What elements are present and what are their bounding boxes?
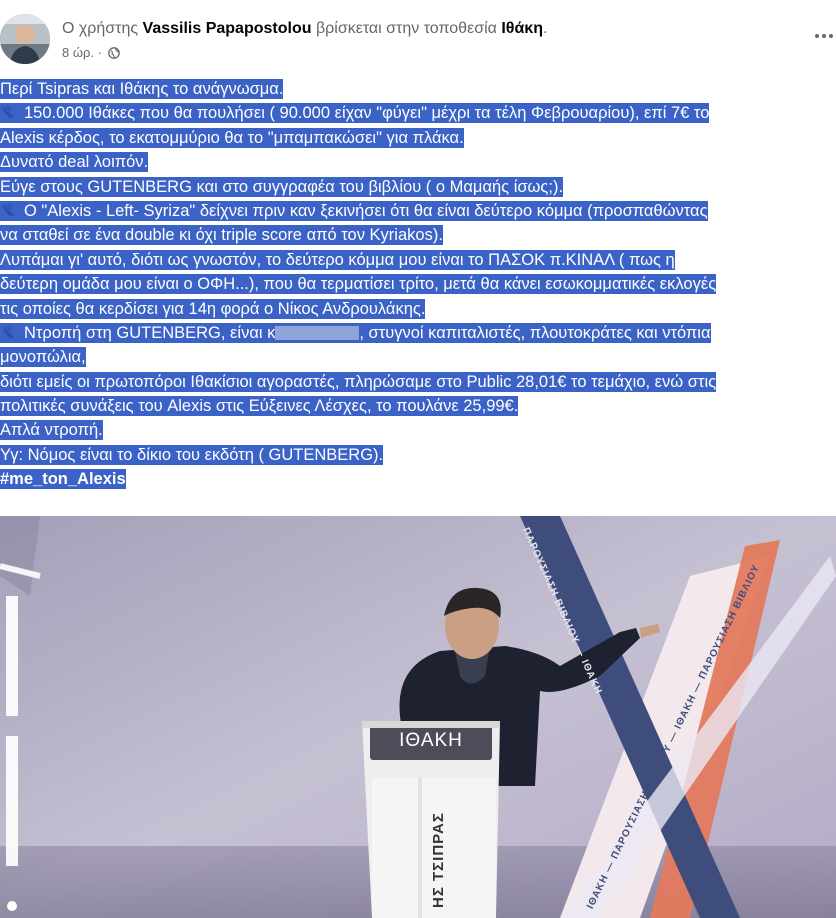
post-line: τις οποίες θα κερδίσει για 14η φορά ο Νί…	[0, 298, 426, 319]
post-line: , στυγνοί καπιταλιστές, πλουτοκράτες και…	[359, 323, 711, 342]
author-name-link[interactable]: Vassilis Papapostolou	[143, 20, 312, 37]
post-line: να σταθεί σε ένα double κι όχι triple sc…	[0, 225, 443, 246]
location-link[interactable]: Ιθάκη	[501, 20, 543, 37]
header-middle: βρίσκεται στην τοποθεσία	[315, 20, 497, 37]
facebook-post: Ο χρήστης Vassilis Papapostolou βρίσκετα…	[0, 0, 836, 918]
header-line: Ο χρήστης Vassilis Papapostolou βρίσκετα…	[62, 20, 547, 38]
header-suffix: .	[542, 20, 548, 37]
post-line: 150.000 Ιθάκες που θα πουλήσει ( 90.000 …	[24, 104, 710, 123]
post-header: Ο χρήστης Vassilis Papapostolou βρίσκετα…	[0, 0, 836, 74]
post-line: Alexis κέρδος, το εκατομμύριο θα το "μπα…	[0, 127, 464, 148]
pushpin-icon	[2, 324, 14, 338]
post-line: μονοπώλια,	[0, 347, 86, 368]
post-body: Περί Tsipras και Ιθάκης το ανάγνωσμα. 15…	[0, 77, 836, 492]
post-line: Ντροπή στη GUTENBERG, είναι κ	[24, 323, 276, 342]
podium-side-text: ΗΣ ΤΣΙΠΡΑΣ	[430, 812, 447, 908]
avatar-photo	[0, 14, 50, 64]
post-line: πολιτικές συνάξεις του Alexis στις Εύξει…	[0, 396, 519, 417]
post-line: Δυνατό deal λοιπόν.	[0, 152, 149, 173]
post-meta: 8 ώρ. ·	[62, 45, 120, 60]
post-line: δεύτερη ομάδα μου είναι ο ΟΦΗ...), που θ…	[0, 274, 717, 295]
globe-icon[interactable]	[108, 46, 120, 59]
obscured-text	[275, 325, 360, 340]
post-line: Ο "Alexis - Left- Syriza" δείχνει πριν κ…	[24, 201, 708, 220]
author-avatar[interactable]	[0, 14, 50, 64]
post-photo[interactable]: ΙΘΑΚΗ ΗΣ ΤΣΙΠΡΑΣ ΙΘΑΚΗ — ΠΑΡΟΥΣΙΑΣΗ ΒΙΒΛ…	[0, 516, 836, 918]
pushpin-icon	[2, 202, 14, 216]
pushpin-icon	[2, 105, 14, 119]
post-time[interactable]: 8 ώρ. ·	[62, 45, 102, 60]
header-prefix: Ο χρήστης	[62, 20, 139, 37]
event-photo	[0, 516, 836, 918]
post-line: Εύγε στους GUTENBERG και στο συγγραφέα τ…	[0, 176, 564, 197]
post-line: Περί Tsipras και Ιθάκης το ανάγνωσμα.	[0, 79, 284, 99]
post-line: Λυπάμαι γι' αυτό, διότι ως γνωστόν, το δ…	[0, 249, 675, 270]
post-line: Υγ: Νόμος είναι το δίκιο του εκδότη ( GU…	[0, 444, 384, 465]
post-line: Απλά ντροπή.	[0, 420, 103, 441]
post-line: διότι εμείς οι πρωτοπόροι Ιθακίσιοι αγορ…	[0, 371, 717, 392]
hashtag-link[interactable]: #me_ton_Alexis	[0, 469, 126, 490]
podium-sign: ΙΘΑΚΗ	[399, 730, 463, 751]
more-options-icon[interactable]	[812, 24, 836, 48]
